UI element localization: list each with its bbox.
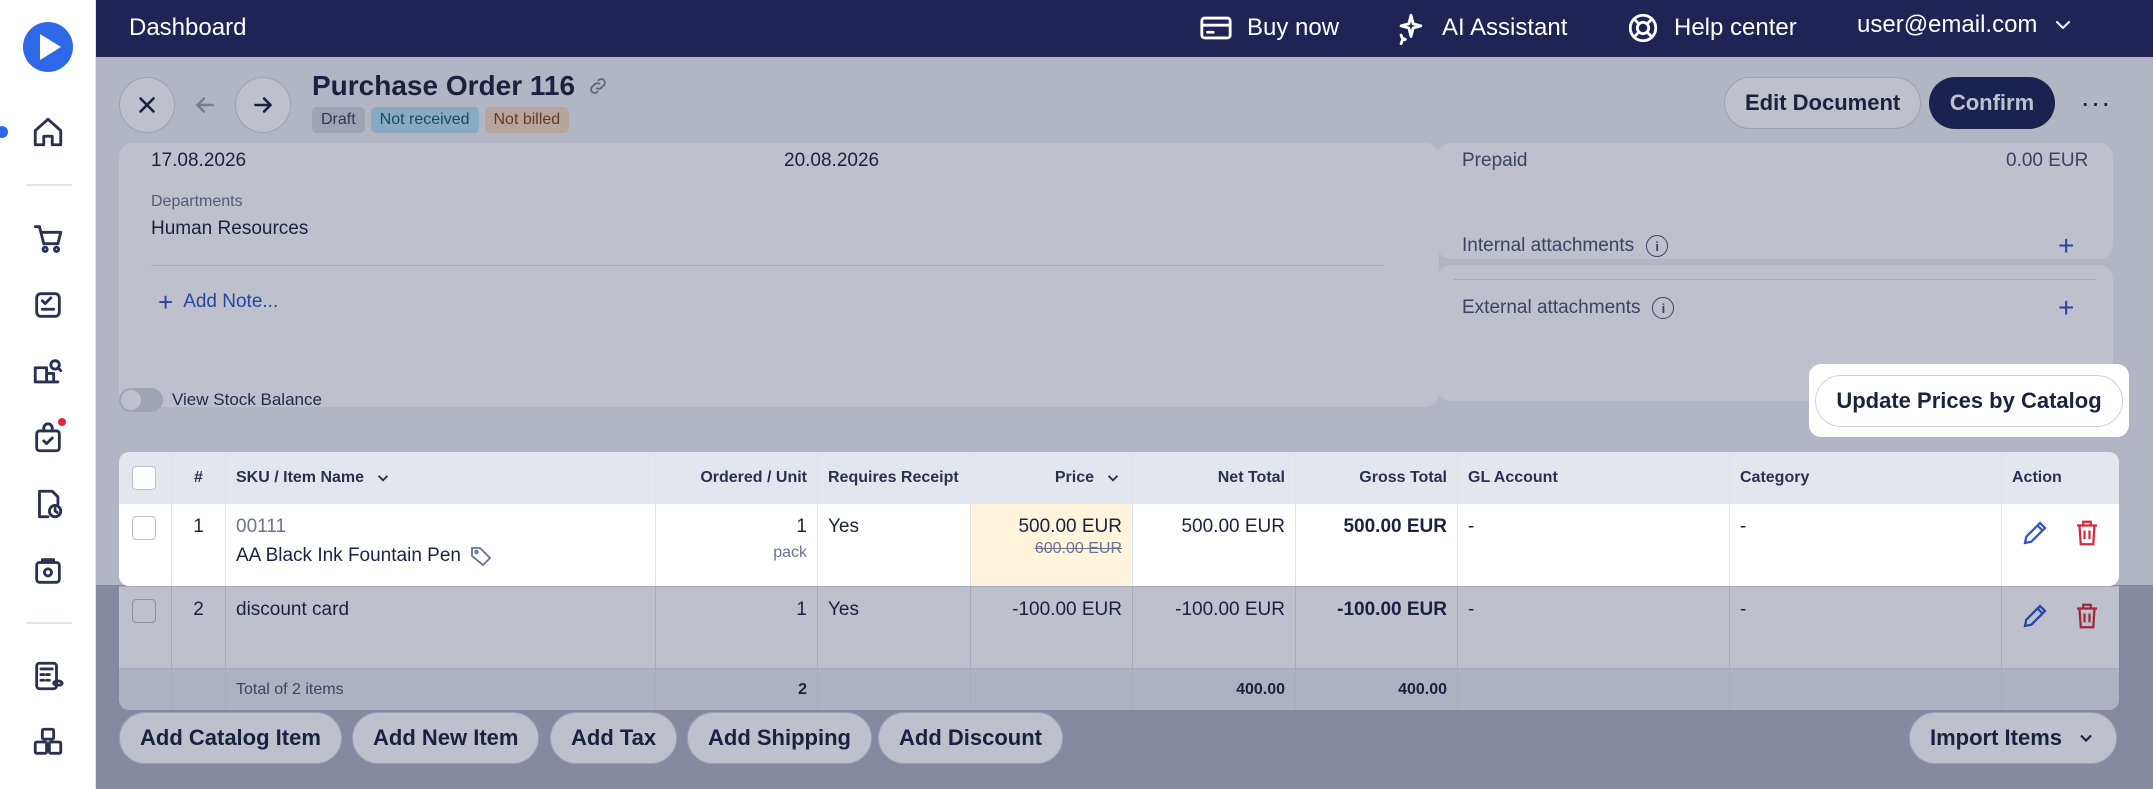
row-requires-receipt: Yes	[818, 504, 971, 586]
chevron-down-icon	[377, 475, 389, 482]
supplier-search-icon[interactable]	[28, 352, 68, 392]
add-discount-button[interactable]: Add Discount	[878, 712, 1063, 764]
col-gross-total: Gross Total	[1296, 452, 1458, 504]
row-item-name-text: AA Black Ink Fountain Pen	[236, 545, 461, 566]
col-requires-receipt: Requires Receipt	[818, 452, 971, 504]
row-item-name: AA Black Ink Fountain Pen	[236, 544, 645, 568]
add-new-item-button[interactable]: Add New Item	[352, 712, 540, 764]
col-category: Category	[1730, 452, 2002, 504]
row-num: 1	[172, 504, 226, 586]
add-catalog-item-button[interactable]: Add Catalog Item	[119, 712, 342, 764]
update-prices-by-catalog-button[interactable]: Update Prices by Catalog	[1815, 375, 2123, 427]
row-checkbox[interactable]	[132, 516, 156, 540]
help-center-link[interactable]: Help center	[1626, 11, 1797, 45]
user-menu[interactable]: user@email.com	[1857, 11, 2075, 39]
add-tax-button[interactable]: Add Tax	[550, 712, 678, 764]
row-actions	[2002, 504, 2119, 586]
row-gross-total: 500.00 EUR	[1296, 504, 1458, 586]
sidebar-divider	[26, 622, 72, 624]
buy-now-link[interactable]: Buy now	[1199, 11, 1339, 45]
row-sku-cell: 00111 AA Black Ink Fountain Pen	[226, 504, 656, 586]
buy-now-label: Buy now	[1247, 14, 1340, 41]
budget-calculator-icon[interactable]	[28, 656, 68, 696]
table-row: 1 00111 AA Black Ink Fountain Pen 1 pack…	[119, 504, 2119, 586]
row-gl-account: -	[1458, 504, 1730, 586]
col-price-label: Price	[1054, 469, 1094, 486]
import-items-button[interactable]: Import Items	[1909, 712, 2118, 764]
ai-assistant-label: AI Assistant	[1442, 14, 1568, 41]
chevron-down-icon	[1107, 475, 1119, 482]
lifebuoy-icon	[1628, 13, 1658, 43]
col-ordered: Ordered / Unit	[656, 452, 818, 504]
ai-assistant-link[interactable]: AI Assistant	[1394, 11, 1567, 45]
credit-card-icon	[1200, 16, 1232, 40]
row-unit: pack	[773, 544, 807, 561]
row-price: 500.00 EUR	[1018, 516, 1122, 537]
row-qty: 1	[796, 516, 807, 537]
help-center-label: Help center	[1674, 14, 1797, 41]
select-all-cell	[119, 452, 172, 504]
select-all-checkbox[interactable]	[132, 466, 156, 490]
active-indicator	[0, 126, 8, 138]
import-items-label: Import Items	[1930, 725, 2063, 750]
home-icon[interactable]	[28, 112, 68, 152]
col-gl-account: GL Account	[1458, 452, 1730, 504]
sidebar-divider	[26, 184, 72, 186]
row-select-cell	[119, 504, 172, 586]
col-net-total: Net Total	[1133, 452, 1296, 504]
notification-badge	[56, 416, 68, 428]
invoice-clock-icon[interactable]	[28, 484, 68, 524]
col-action: Action	[2012, 469, 2062, 486]
row-category: -	[1730, 504, 2002, 586]
tag-icon[interactable]	[469, 544, 493, 568]
topbar-title[interactable]: Dashboard	[129, 14, 246, 42]
row-net-total: 500.00 EUR	[1133, 504, 1296, 586]
chevron-down-icon	[2080, 734, 2092, 742]
row-sku[interactable]: 00111	[236, 516, 645, 538]
trash-icon[interactable]	[2072, 518, 2102, 548]
inventory-boxes-icon[interactable]	[28, 722, 68, 762]
col-sku-label: SKU / Item Name	[236, 469, 365, 486]
col-sku[interactable]: SKU / Item Name	[226, 452, 656, 504]
col-price[interactable]: Price	[971, 452, 1133, 504]
table-header: # SKU / Item Name Ordered / Unit Require…	[119, 452, 2119, 504]
row-ordered-cell: 1 pack	[656, 504, 818, 586]
sparkles-icon	[1399, 13, 1423, 45]
add-shipping-button[interactable]: Add Shipping	[687, 712, 872, 764]
col-num: #	[172, 452, 226, 504]
row-price-cell: 500.00 EUR 600.00 EUR	[971, 504, 1133, 586]
payments-icon[interactable]	[28, 551, 68, 591]
chevron-down-icon	[2056, 21, 2071, 29]
top-bar: Dashboard Buy now AI Assistant Help cent…	[96, 0, 2153, 57]
request-list-icon[interactable]	[28, 285, 68, 325]
sidebar	[0, 0, 96, 789]
app-logo-icon[interactable]	[23, 22, 73, 72]
edit-pencil-icon[interactable]	[2020, 518, 2050, 548]
user-email: user@email.com	[1857, 11, 2038, 38]
row-old-price: 600.00 EUR	[1034, 540, 1122, 557]
shopping-cart-icon[interactable]	[28, 218, 68, 258]
